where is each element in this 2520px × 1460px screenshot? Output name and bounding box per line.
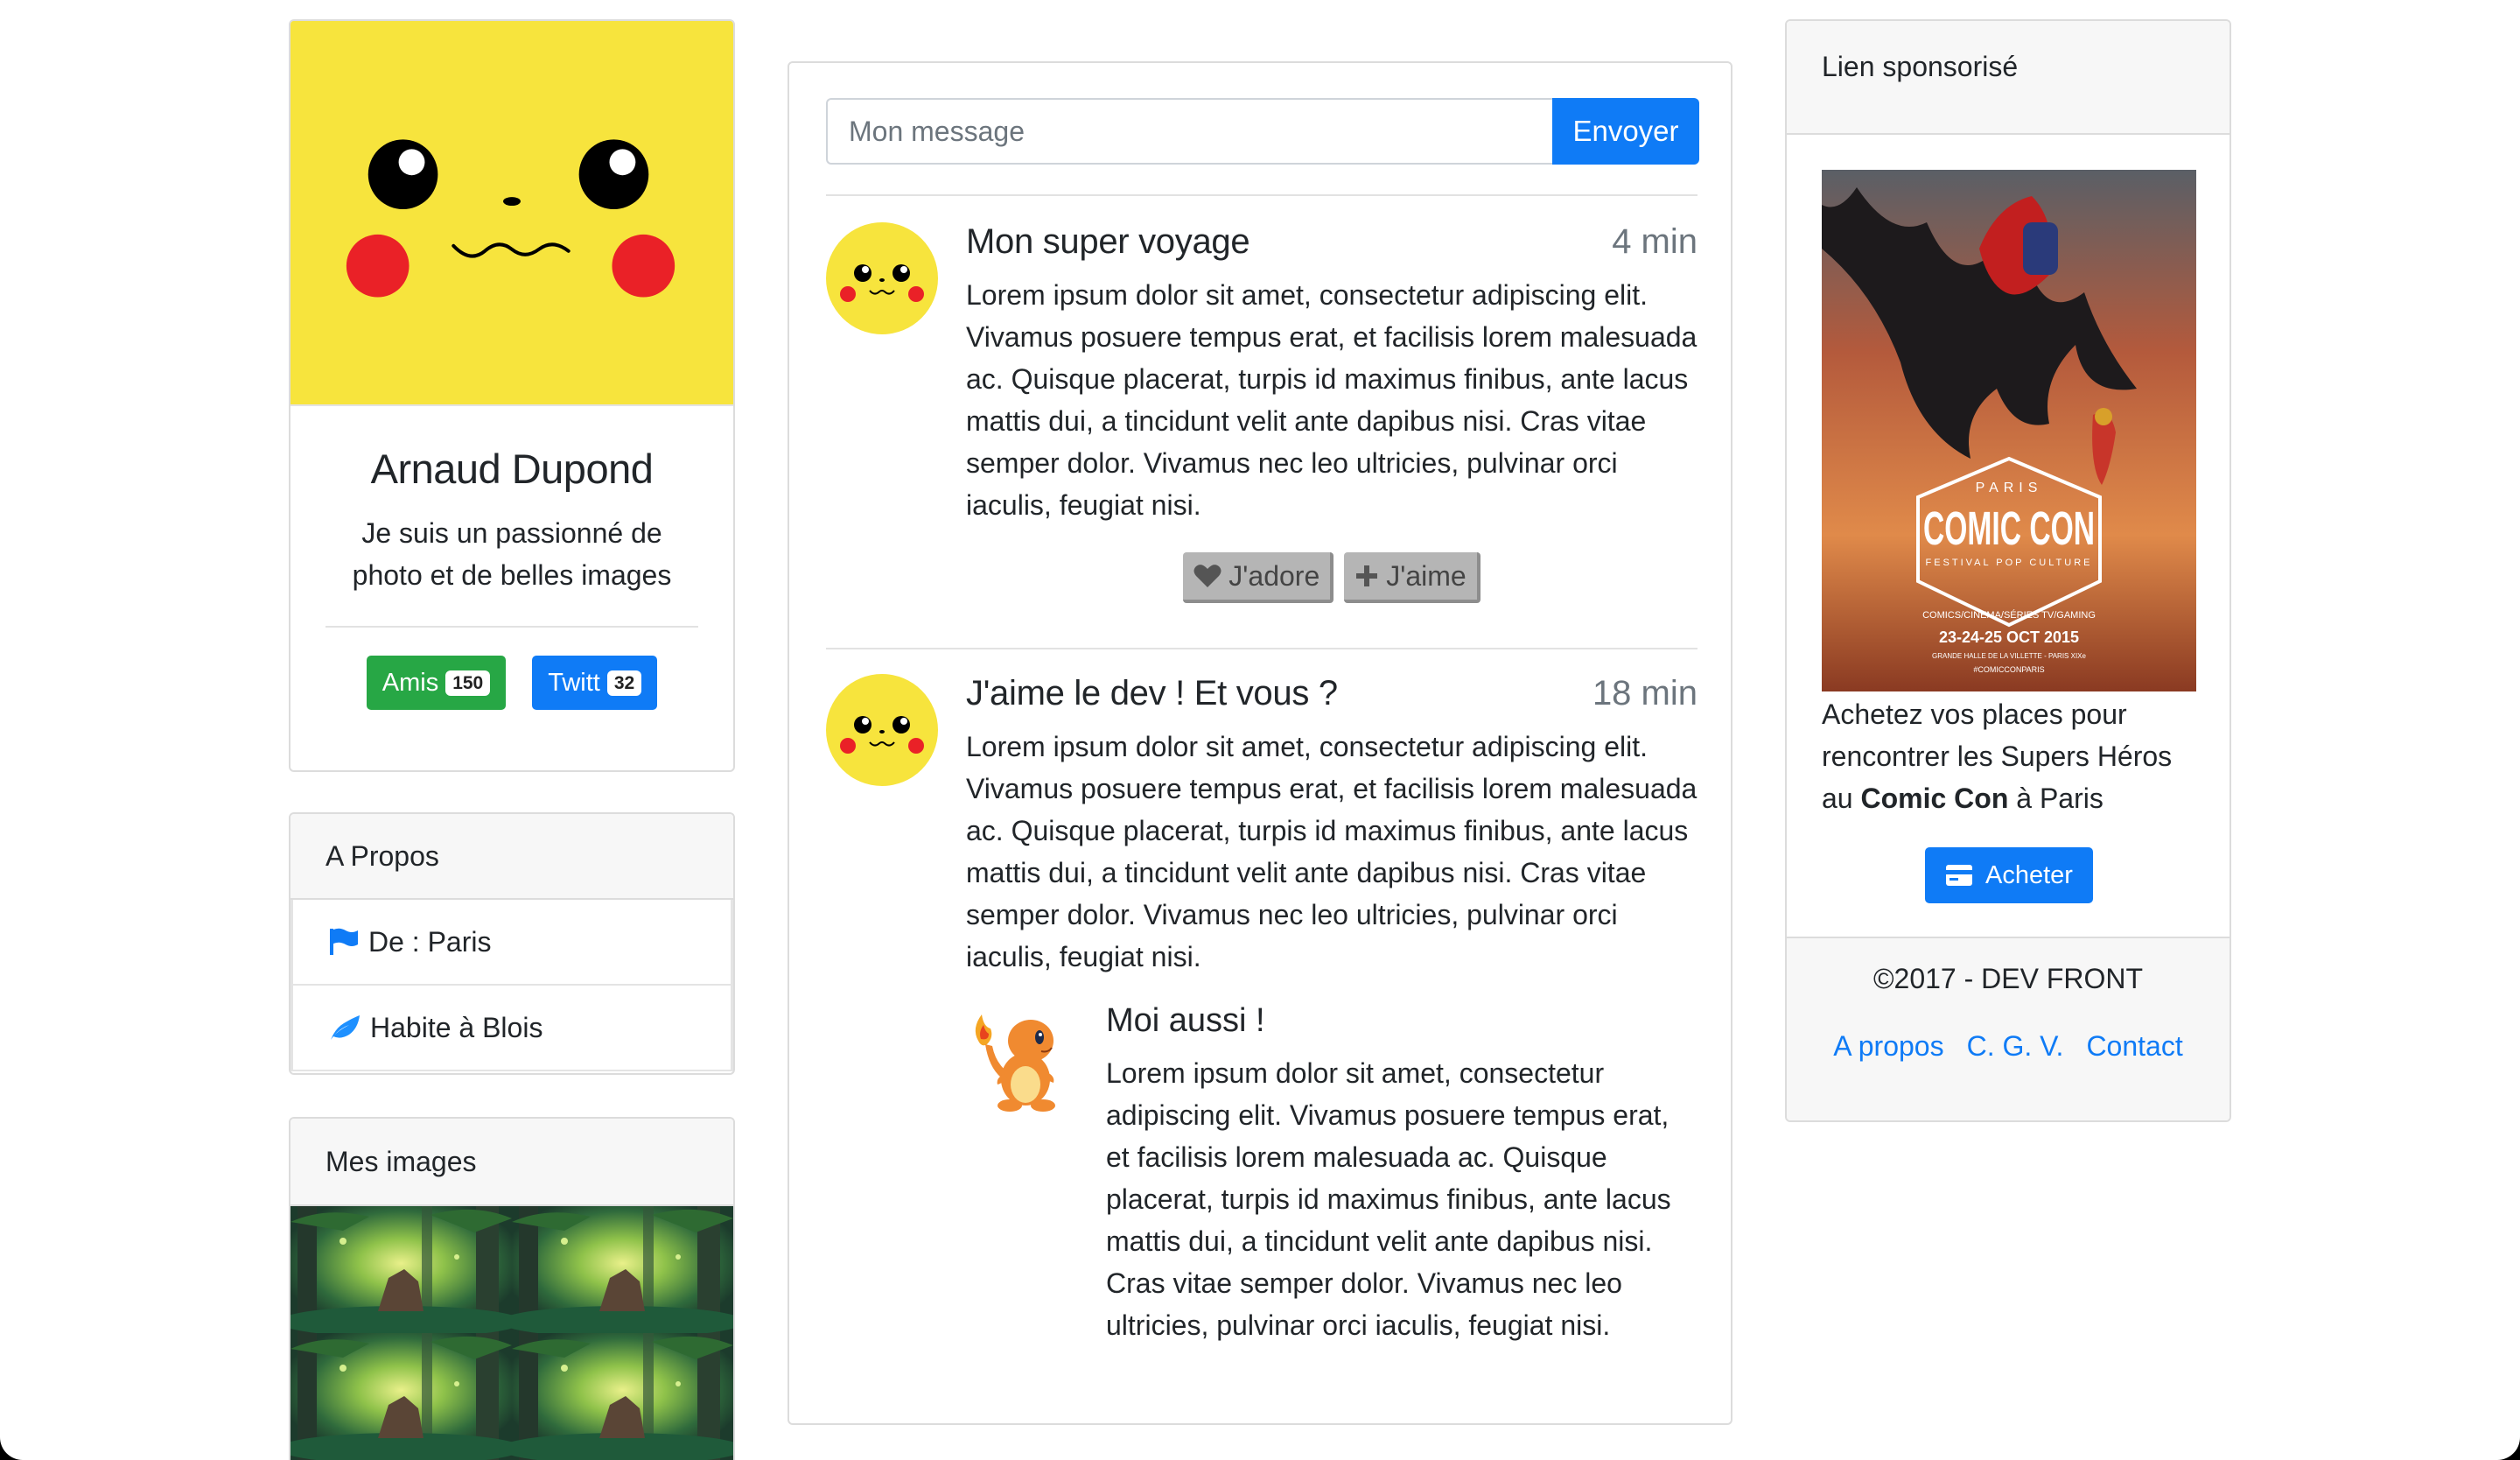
about-item-residence: Habite à Blois [290, 986, 733, 1071]
heart-icon [1194, 565, 1222, 587]
poster-city: PARIS [1976, 481, 2043, 495]
profile-buttons: Amis 150 Twitt 32 [290, 656, 733, 710]
images-card: Mes images [289, 1117, 735, 1460]
images-header: Mes images [290, 1119, 733, 1206]
message-form: Envoyer [826, 98, 1699, 165]
like-label: J'aime [1386, 559, 1466, 592]
post-body: Mon super voyage 4 min Lorem ipsum dolor… [966, 222, 1698, 603]
post-text: Lorem ipsum dolor sit amet, consectetur … [966, 731, 1698, 972]
footer-links: A propos C. G. V. Contact [1787, 1030, 2230, 1063]
post-time: 18 min [1592, 674, 1698, 712]
profile-avatar [290, 21, 733, 406]
post-body: J'aime le dev ! Et vous ? 18 min Lorem i… [966, 674, 1698, 1346]
reply-text: Lorem ipsum dolor sit amet, consectetur … [1106, 1057, 1671, 1341]
about-item-origin: De : Paris [290, 900, 733, 986]
post-avatar [826, 674, 938, 786]
about-list: De : Paris Habite à Blois [290, 900, 733, 1071]
plus-icon [1356, 565, 1378, 586]
post-text: Lorem ipsum dolor sit amet, consectetur … [966, 279, 1698, 521]
message-input[interactable] [826, 98, 1552, 165]
credit-card-icon [1946, 865, 1973, 886]
profile-card: Arnaud Dupond Je suis un passionné de ph… [289, 19, 735, 772]
like-button[interactable]: J'aime [1344, 552, 1480, 603]
copyright: ©2017 - DEV FRONT [1872, 963, 2144, 994]
buy-button[interactable]: Acheter [1925, 847, 2093, 903]
send-button[interactable]: Envoyer [1552, 98, 1699, 165]
reply-title: Moi aussi ! [1106, 1002, 1265, 1039]
post-time: 4 min [1612, 222, 1698, 261]
profile-name: Arnaud Dupond [370, 446, 654, 492]
footer-link-cgv[interactable]: C. G. V. [1967, 1030, 2064, 1063]
friends-count-badge: 150 [445, 670, 491, 696]
leaf-icon [331, 1015, 360, 1040]
reply-body: Moi aussi ! Lorem ipsum dolor sit amet, … [1106, 1002, 1698, 1346]
poster-tagline: FESTIVAL POP CULTURE [1925, 558, 2092, 568]
reply-avatar [975, 1014, 1055, 1112]
poster-venue: GRANDE HALLE DE LA VILLETTE - PARIS XIXe [1932, 652, 2086, 660]
sponsor-card: Lien sponsorisé PARIS COMIC CON FESTIVAL… [1785, 19, 2231, 1122]
poster-dates: 23-24-25 OCT 2015 [1939, 628, 2079, 646]
post-title: J'aime le dev ! Et vous ? [966, 674, 1338, 712]
poster-brand: COMIC CON [1923, 502, 2095, 555]
friends-label: Amis [382, 668, 439, 697]
poster-hashtag: #COMICCONPARIS [1973, 665, 2044, 674]
about-card: A Propos De : Paris Habite à Blois [289, 812, 735, 1075]
sponsor-text-bold: Comic Con [1860, 783, 2009, 814]
flag-icon [330, 928, 358, 955]
profile-divider [326, 626, 698, 628]
sponsor-text: Achetez vos places pour rencontrer les S… [1822, 693, 2207, 819]
love-label: J'adore [1228, 559, 1320, 592]
tweets-label: Twitt [548, 668, 600, 697]
feed-divider [826, 648, 1698, 649]
love-button[interactable]: J'adore [1183, 552, 1334, 603]
tweets-count-badge: 32 [606, 670, 642, 696]
page: Arnaud Dupond Je suis un passionné de ph… [0, 0, 2520, 1460]
poster-categories: COMICS/CINEMA/SÉRIES TV/GAMING [1922, 609, 2096, 621]
feed-card: Envoyer Mon super voyage 4 min [788, 61, 1732, 1425]
footer-link-contact[interactable]: Contact [2086, 1030, 2182, 1063]
footer-link-about[interactable]: A propos [1833, 1030, 1943, 1063]
tweets-button[interactable]: Twitt 32 [532, 656, 658, 710]
post-avatar [826, 222, 938, 334]
comic-con-poster[interactable]: PARIS COMIC CON FESTIVAL POP CULTURE COM… [1822, 170, 2196, 691]
about-header: A Propos [290, 814, 733, 900]
reply: Moi aussi ! Lorem ipsum dolor sit amet, … [966, 1002, 1698, 1346]
post-actions: J'adore J'aime [966, 552, 1698, 603]
sponsor-header: Lien sponsorisé [1787, 21, 2230, 135]
profile-bio: Je suis un passionné de photo et de bell… [352, 517, 672, 591]
feed-divider [826, 194, 1698, 196]
gallery-image[interactable] [290, 1206, 733, 1460]
friends-button[interactable]: Amis 150 [366, 656, 507, 710]
post-title: Mon super voyage [966, 222, 1250, 261]
about-item-label: De : Paris [368, 925, 492, 958]
about-item-label: Habite à Blois [370, 1011, 543, 1043]
sponsor-text-after: à Paris [2008, 783, 2104, 814]
buy-label: Acheter [1985, 860, 2073, 889]
footer: ©2017 - DEV FRONT A propos C. G. V. Cont… [1787, 937, 2230, 1120]
